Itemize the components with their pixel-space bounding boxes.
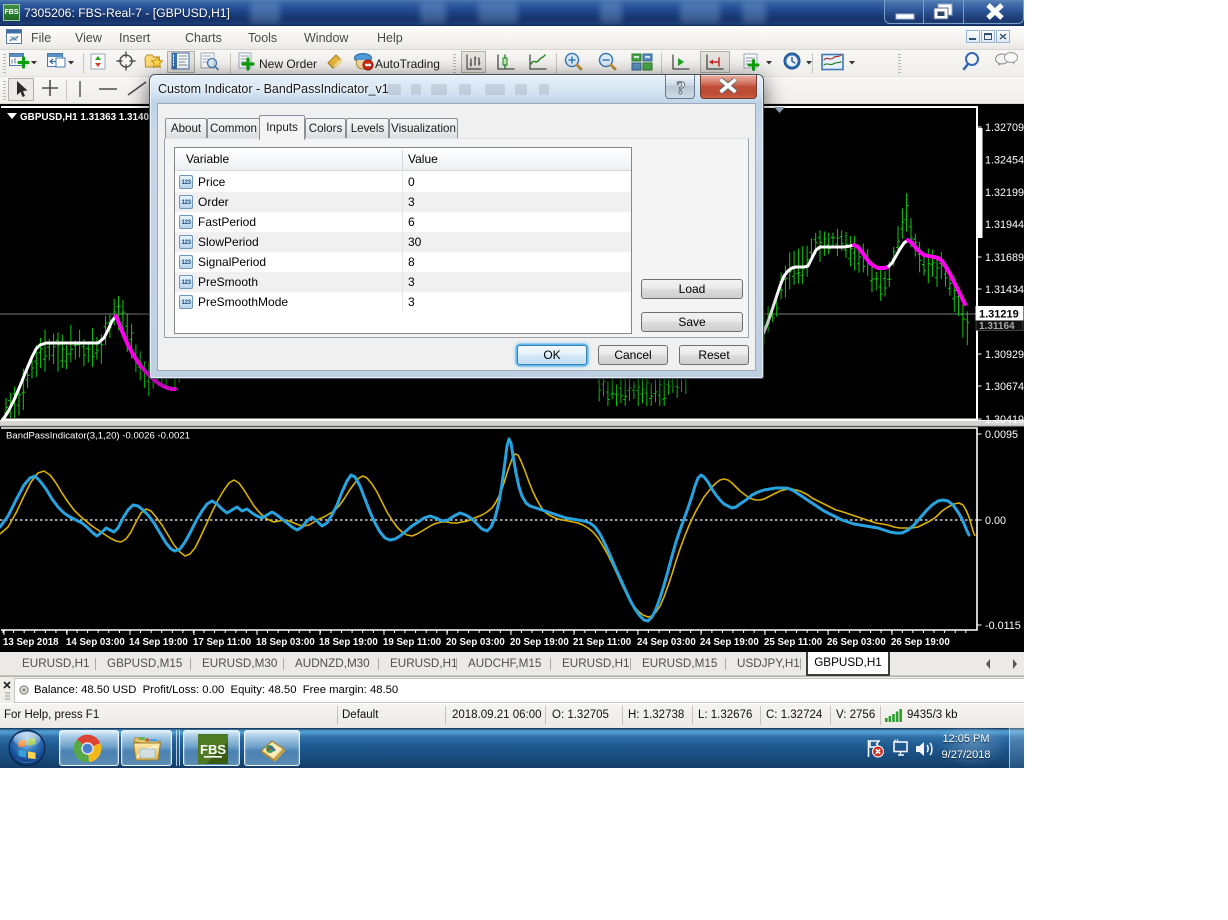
svg-text:21 Sep 11:00: 21 Sep 11:00	[573, 637, 631, 648]
svg-text:FBS: FBS	[200, 742, 226, 757]
svg-text:1.31689: 1.31689	[985, 252, 1024, 264]
svg-text:24 Sep 19:00: 24 Sep 19:00	[700, 637, 759, 648]
svg-text:1.31434: 1.31434	[985, 284, 1024, 296]
svg-text:17 Sep 11:00: 17 Sep 11:00	[193, 637, 251, 648]
svg-text:BandPassIndicator(3,1,20) -0.0: BandPassIndicator(3,1,20) -0.0026 -0.002…	[6, 431, 190, 442]
svg-text:20 Sep 03:00: 20 Sep 03:00	[446, 637, 505, 648]
svg-text:1.31164: 1.31164	[979, 321, 1015, 332]
svg-text:1.31219: 1.31219	[979, 309, 1019, 321]
svg-text:1.30419: 1.30419	[985, 414, 1024, 426]
svg-text:19 Sep 11:00: 19 Sep 11:00	[383, 637, 441, 648]
svg-text:0.0095: 0.0095	[985, 429, 1018, 441]
svg-text:14 Sep 03:00: 14 Sep 03:00	[66, 637, 125, 648]
svg-text:?: ?	[676, 78, 686, 99]
svg-text:18 Sep 19:00: 18 Sep 19:00	[319, 637, 378, 648]
svg-text:1.32709: 1.32709	[985, 122, 1024, 134]
svg-text:1.30674: 1.30674	[985, 381, 1024, 393]
svg-text:18 Sep 03:00: 18 Sep 03:00	[256, 637, 315, 648]
svg-text:0.00: 0.00	[985, 515, 1006, 527]
svg-text:24 Sep 03:00: 24 Sep 03:00	[637, 637, 696, 648]
svg-text:20 Sep 19:00: 20 Sep 19:00	[510, 637, 569, 648]
svg-text:1.32454: 1.32454	[985, 155, 1024, 167]
svg-text:1.32199: 1.32199	[985, 187, 1024, 199]
svg-text:1.30929: 1.30929	[985, 349, 1024, 361]
svg-text:-0.0115: -0.0115	[985, 620, 1021, 632]
svg-text:25 Sep 11:00: 25 Sep 11:00	[764, 637, 822, 648]
svg-text:GBPUSD,H1 1.31363 1.31408: GBPUSD,H1 1.31363 1.31408	[20, 112, 155, 123]
svg-text:26 Sep 19:00: 26 Sep 19:00	[891, 637, 950, 648]
svg-text:13 Sep 2018: 13 Sep 2018	[3, 637, 59, 648]
svg-text:1.31944: 1.31944	[985, 219, 1024, 231]
svg-text:14 Sep 19:00: 14 Sep 19:00	[129, 637, 188, 648]
svg-text:26 Sep 03:00: 26 Sep 03:00	[827, 637, 886, 648]
